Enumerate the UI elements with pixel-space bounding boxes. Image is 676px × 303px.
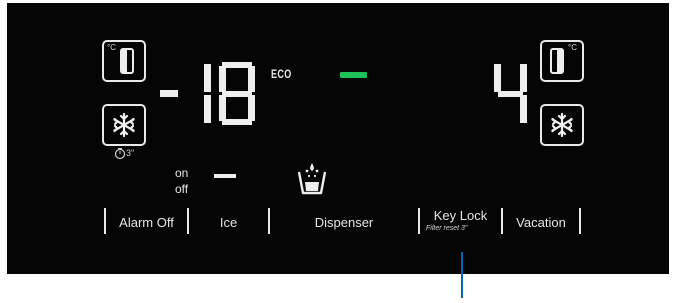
snowflake-glyph — [551, 112, 573, 138]
vacation-label: Vacation — [516, 215, 566, 230]
ice-on-label: on — [175, 166, 189, 180]
ice-label: Ice — [219, 215, 238, 230]
snowflake-glyph — [113, 112, 135, 138]
alarm-off-label: Alarm Off — [119, 215, 174, 230]
vacation-button[interactable]: Vacation — [503, 208, 579, 236]
timer-icon: 3" — [114, 147, 140, 161]
fridge-unit-label: °C — [568, 43, 577, 52]
freezer-minus-segment — [160, 90, 178, 97]
dispenser-label: Dispenser — [314, 215, 374, 230]
alarm-off-button[interactable]: Alarm Off — [106, 208, 187, 236]
filter-reset-label: Filter reset 3" — [426, 225, 468, 232]
key-lock-button[interactable]: Key Lock Filter reset 3" — [420, 206, 501, 238]
callout-pointer-line — [461, 252, 463, 298]
freezer-snowflake-icon[interactable] — [102, 104, 146, 146]
key-lock-label: Key Lock — [433, 208, 488, 223]
ice-status-segment — [214, 174, 236, 178]
freezer-thermometer-icon[interactable]: °C — [102, 40, 146, 82]
eco-label: ECO — [271, 67, 292, 81]
dispenser-button[interactable]: Dispenser — [270, 208, 418, 236]
thermometer-glyph — [120, 48, 134, 74]
fridge-snowflake-icon[interactable] — [540, 104, 584, 146]
ice-off-label: off — [175, 182, 189, 196]
fridge-thermometer-icon[interactable]: °C — [540, 40, 584, 82]
timer-label: 3" — [126, 148, 135, 158]
water-cup-icon — [297, 163, 327, 195]
freezer-temp-display — [204, 62, 255, 125]
ice-button[interactable]: Ice — [189, 208, 268, 236]
fridge-temp-display — [494, 64, 527, 123]
button-divider — [579, 208, 581, 234]
eco-indicator — [340, 72, 367, 78]
